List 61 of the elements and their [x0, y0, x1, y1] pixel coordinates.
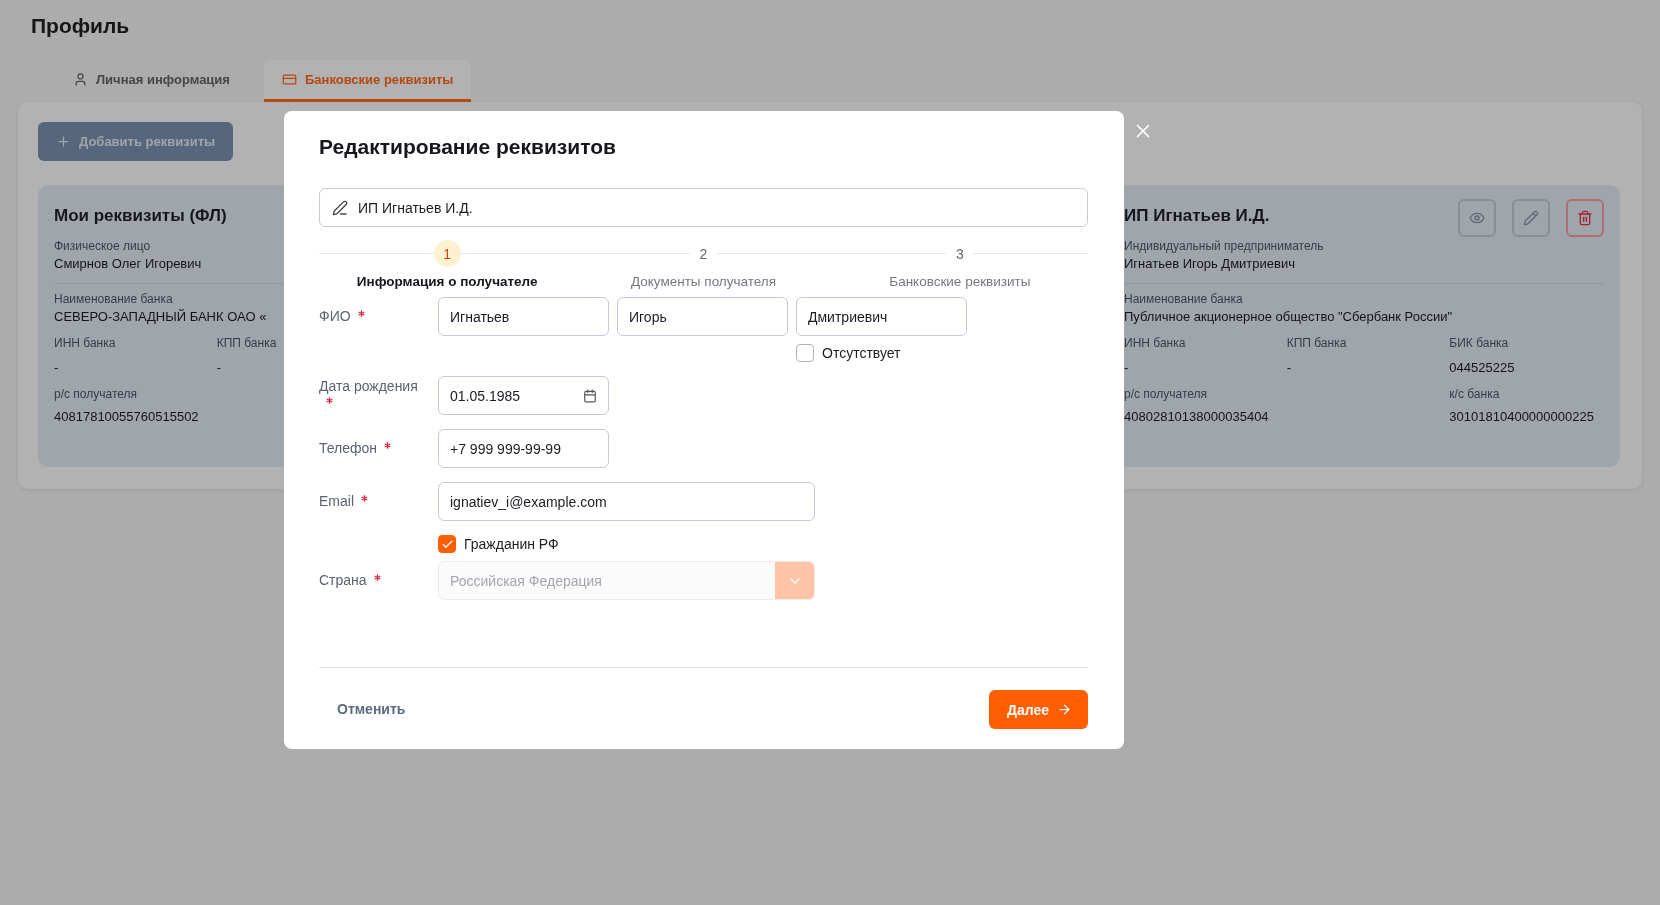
user-icon: [73, 72, 88, 87]
calendar-icon: [583, 388, 597, 403]
phone-input[interactable]: +7 999 999-99-99: [438, 429, 609, 468]
field-value: Смирнов Олег Игоревич: [54, 256, 202, 271]
plus-icon: [56, 134, 71, 149]
name-input[interactable]: ИП Игнатьев И.Д.: [319, 188, 1088, 227]
field-value: -: [216, 360, 221, 375]
field-label: Email: [319, 482, 424, 510]
name-input[interactable]: Игнатьев: [438, 297, 609, 336]
field-value: -: [54, 360, 59, 375]
eye-icon: [1469, 210, 1485, 226]
view-button[interactable]: [1458, 199, 1496, 237]
field-label: к/с банка: [1449, 387, 1500, 401]
delete-button[interactable]: [1566, 199, 1604, 237]
field-label: БИК банка: [1449, 336, 1509, 350]
name-input[interactable]: Игорь: [617, 297, 788, 336]
email-input[interactable]: ignatiev_i@example.com: [438, 482, 815, 521]
trash-icon: [1577, 210, 1593, 226]
field-value: 40817810055760515502: [54, 409, 199, 424]
field-label: р/с получателя: [54, 387, 138, 401]
date-input[interactable]: 01.05.1985: [438, 376, 609, 415]
card-title: Мои реквизиты (ФЛ): [54, 205, 227, 227]
pencil-icon: [332, 199, 348, 216]
field-label: р/с получателя: [1124, 387, 1208, 401]
step-number[interactable]: 1: [433, 240, 461, 267]
field-label: ФИО: [319, 297, 424, 325]
field-label: КПП банка: [216, 336, 277, 350]
tab[interactable]: Личная информация: [55, 60, 248, 102]
pencil-icon: [1523, 210, 1539, 226]
field-label: Наименование банка: [54, 292, 173, 306]
field-value: СЕВЕРО-ЗАПАДНЫЙ БАНК ОАО «: [54, 309, 267, 324]
checkbox-label: Гражданин РФ: [464, 536, 559, 552]
name-input[interactable]: Дмитриевич: [796, 297, 967, 336]
field-value: 044525225: [1449, 360, 1515, 375]
field-label: ИНН банка: [54, 336, 116, 350]
dialog-title: Редактирование реквизитов: [319, 134, 617, 160]
field-label: Физическое лицо: [54, 239, 151, 253]
checkbox[interactable]: [796, 344, 814, 362]
step-label: Информация о получателе: [356, 274, 538, 289]
card-icon: [281, 72, 297, 87]
arrow-right-icon: [1057, 702, 1072, 717]
step-label: Документы получателя: [631, 274, 776, 289]
field-label: Дата рождения: [319, 376, 424, 412]
field-label: ИНН банка: [1124, 336, 1186, 350]
step-label: Банковские реквизиты: [889, 274, 1031, 289]
field-label: Наименование банка: [1124, 292, 1243, 306]
field-value: Публичное акционерное общество "Сбербанк России": [1124, 309, 1453, 324]
field-label: Страна: [319, 535, 424, 589]
card-title: ИП Игнатьев И.Д.: [1124, 205, 1270, 227]
field-value: -: [1124, 360, 1129, 375]
checkbox-label: Отсутствует: [822, 345, 901, 361]
field-value: 40802810138000035404: [1124, 409, 1269, 424]
field-value: -: [1286, 360, 1291, 375]
field-label: Индивидуальный предприниматель: [1124, 239, 1324, 253]
field-value: Игнатьев Игорь Дмитриевич: [1124, 256, 1295, 271]
edit-button[interactable]: [1512, 199, 1550, 237]
page-title: Профиль: [30, 14, 131, 39]
field-label: КПП банка: [1286, 336, 1347, 350]
field-label: Телефон: [319, 429, 424, 457]
field-value: 30101810400000000225: [1449, 409, 1594, 424]
cancel-button[interactable]: Отменить: [319, 692, 424, 725]
